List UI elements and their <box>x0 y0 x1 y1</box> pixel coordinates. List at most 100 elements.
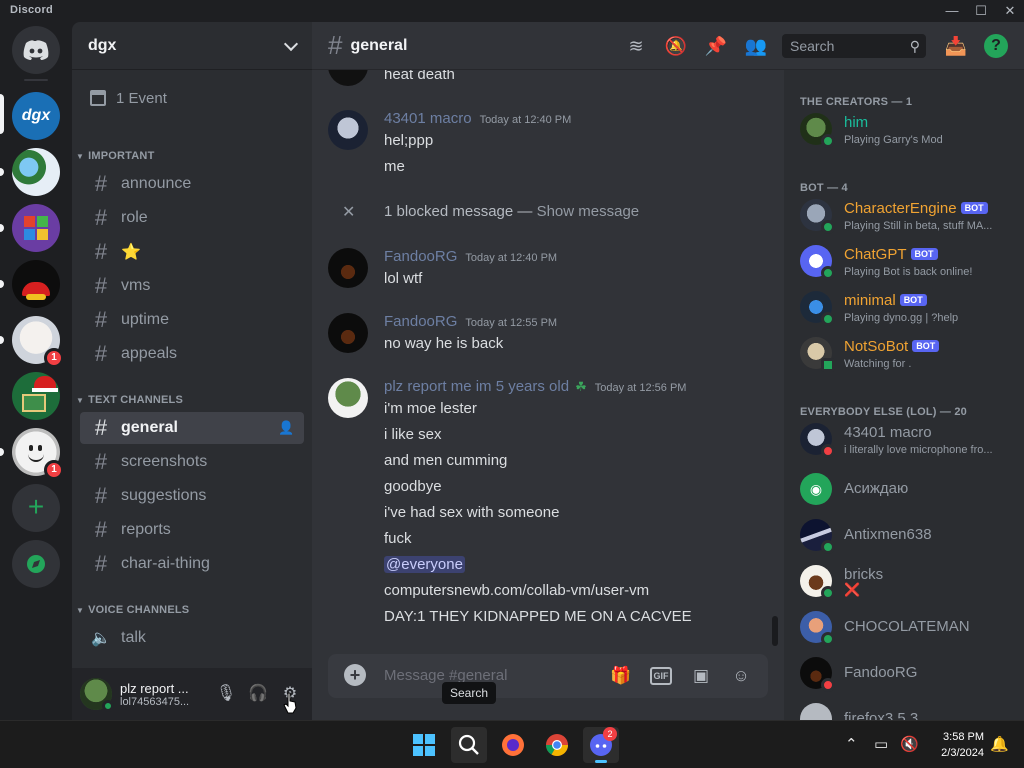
member-name: CharacterEngine BOT <box>844 200 988 217</box>
explore-servers-button[interactable] <box>12 540 60 588</box>
chevron-up-icon[interactable]: ⌃ <box>845 735 858 753</box>
category-voice-channels[interactable]: ▼ VOICE CHANNELS <box>76 604 189 616</box>
message-author[interactable]: 43401 macro <box>384 110 472 127</box>
server-face[interactable]: 1 <box>0 428 64 480</box>
avatar[interactable] <box>80 678 114 712</box>
chrome-button[interactable] <box>539 727 575 763</box>
server-messenger[interactable] <box>0 148 60 196</box>
notification-bell-icon[interactable]: 🔔 <box>990 735 1009 753</box>
member-item[interactable]: CharacterEngine BOT Playing Still in beta… <box>800 194 1020 236</box>
server-windows[interactable] <box>0 204 60 252</box>
help-icon[interactable]: ? <box>984 34 1008 58</box>
user-info[interactable]: plz report ... lol74563475... <box>120 681 210 708</box>
avatar[interactable] <box>328 110 368 150</box>
maximize-button[interactable]: ☐ <box>967 2 995 20</box>
show-message-link[interactable]: Show message <box>537 203 640 220</box>
server-christmas[interactable] <box>12 372 60 420</box>
member-status-emoji: ❌ <box>844 582 861 597</box>
category-text-channels[interactable]: ▼ TEXT CHANNELS <box>76 394 183 406</box>
channel-suggestions[interactable]: # suggestions <box>80 480 304 512</box>
headphones-icon[interactable]: 🎧 <box>242 678 274 710</box>
channel-appeals[interactable]: # appeals <box>80 338 304 370</box>
channel-uptime[interactable]: # uptime <box>80 304 304 336</box>
hash-icon: # <box>94 205 108 230</box>
speaker-icon: 🔈 <box>91 630 111 647</box>
scrollbar[interactable] <box>772 616 778 646</box>
message-text: no way he is back <box>384 335 504 352</box>
member-item[interactable]: minimal BOT Playing dyno.gg | ?help <box>800 286 1020 328</box>
microphone-icon[interactable]: 🎙 <box>210 678 242 710</box>
server-dgx[interactable]: dgx <box>0 92 60 140</box>
avatar[interactable] <box>328 248 368 288</box>
hash-icon: # <box>94 239 108 264</box>
channel-screenshots[interactable]: # screenshots <box>80 446 304 478</box>
message-text: i'm moe lester <box>384 400 477 417</box>
member-list-icon[interactable]: 👥 <box>744 34 768 58</box>
discord-taskbar-button[interactable]: 2 <box>583 727 619 763</box>
member-item[interactable]: Antixmen638 <box>800 514 1020 556</box>
minimize-button[interactable]: — <box>938 2 966 20</box>
server-anime[interactable]: 1 <box>0 316 64 368</box>
message-author[interactable]: FandooRG <box>384 248 457 265</box>
rail-separator <box>24 79 48 81</box>
channel-label: appeals <box>121 345 178 362</box>
message-author[interactable]: FandooRG <box>384 313 457 330</box>
close-button[interactable]: ✕ <box>996 2 1024 20</box>
attach-plus-icon[interactable]: + <box>344 664 366 686</box>
member-item[interactable]: CHOCOLATEMAN <box>800 606 1020 648</box>
member-item[interactable]: NotSoBot BOT Watching for . <box>800 332 1020 374</box>
firefox-button[interactable] <box>495 727 531 763</box>
gift-icon[interactable]: 🎁 <box>610 665 632 687</box>
server-red-cap[interactable] <box>0 260 60 308</box>
message-header: 43401 macro Today at 12:40 PM <box>384 110 571 127</box>
channel-header: # general ≋ 🔕 📌 👥 Search ⚲ 📥 ? <box>312 22 1024 70</box>
channel-star[interactable]: # ⭐ <box>80 236 304 268</box>
clock[interactable]: 3:58 PM 2/3/2024 <box>930 729 984 761</box>
avatar[interactable] <box>328 378 368 418</box>
channel-char-ai-thing[interactable]: # char-ai-thing <box>80 548 304 580</box>
channel-vms[interactable]: # vms <box>80 270 304 302</box>
search-input[interactable]: Search ⚲ <box>782 34 926 58</box>
caret-down-icon: ▼ <box>76 605 85 615</box>
network-icon[interactable]: ▭ <box>874 735 888 753</box>
member-item[interactable]: firefox3.5.3 <box>800 698 1020 720</box>
member-item[interactable]: ◉ Асиждаю <box>800 468 1020 510</box>
category-important[interactable]: ▼ IMPORTANT <box>76 150 155 162</box>
channel-announce[interactable]: # announce <box>80 168 304 200</box>
member-item[interactable]: FandooRG <box>800 652 1020 694</box>
avatar[interactable] <box>328 70 368 86</box>
member-item[interactable]: him Playing Garry's Mod <box>800 108 1020 150</box>
invite-user-icon[interactable]: 👤 <box>278 420 294 436</box>
inbox-icon[interactable]: 📥 <box>944 34 968 58</box>
channel-general[interactable]: # general 👤 <box>80 412 304 444</box>
search-taskbar-button[interactable] <box>451 727 487 763</box>
mute-bell-icon[interactable]: 🔕 <box>664 34 688 58</box>
close-icon[interactable]: ✕ <box>342 202 355 222</box>
message-composer[interactable]: + Message #general 🎁 GIF ▣ ☺ <box>328 654 768 698</box>
direct-messages-button[interactable] <box>12 26 60 74</box>
bot-badge: BOT <box>912 340 940 352</box>
member-category: THE CREATORS — 1 <box>800 96 913 108</box>
member-item[interactable]: ChatGPT BOT Playing Bot is back online! <box>800 240 1020 282</box>
pin-icon[interactable]: 📌 <box>704 34 728 58</box>
everyone-mention[interactable]: @everyone <box>384 556 465 573</box>
sticker-icon[interactable]: ▣ <box>690 665 712 687</box>
start-button[interactable] <box>406 727 442 763</box>
member-item[interactable]: 43401 macro i literally love microphone … <box>800 418 1020 460</box>
voice-channel-talk[interactable]: 🔈 talk <box>80 622 304 654</box>
emoji-icon[interactable]: ☺ <box>730 665 752 687</box>
channel-reports[interactable]: # reports <box>80 514 304 546</box>
channel-role[interactable]: # role <box>80 202 304 234</box>
channel-label: talk <box>121 629 146 646</box>
guild-header[interactable]: dgx <box>72 22 312 70</box>
add-server-button[interactable]: + <box>12 484 60 532</box>
message-timestamp: Today at 12:55 PM <box>465 317 558 329</box>
volume-muted-icon[interactable]: 🔇 <box>900 735 919 753</box>
avatar[interactable] <box>328 313 368 353</box>
threads-icon[interactable]: ≋ <box>624 34 648 58</box>
member-item[interactable]: bricks ❌ <box>800 560 1020 602</box>
gif-icon[interactable]: GIF <box>650 667 672 685</box>
message-author[interactable]: plz report me im 5 years old <box>384 378 569 395</box>
message-text: fuck <box>384 530 412 547</box>
events-button[interactable]: 1 Event <box>80 80 304 116</box>
